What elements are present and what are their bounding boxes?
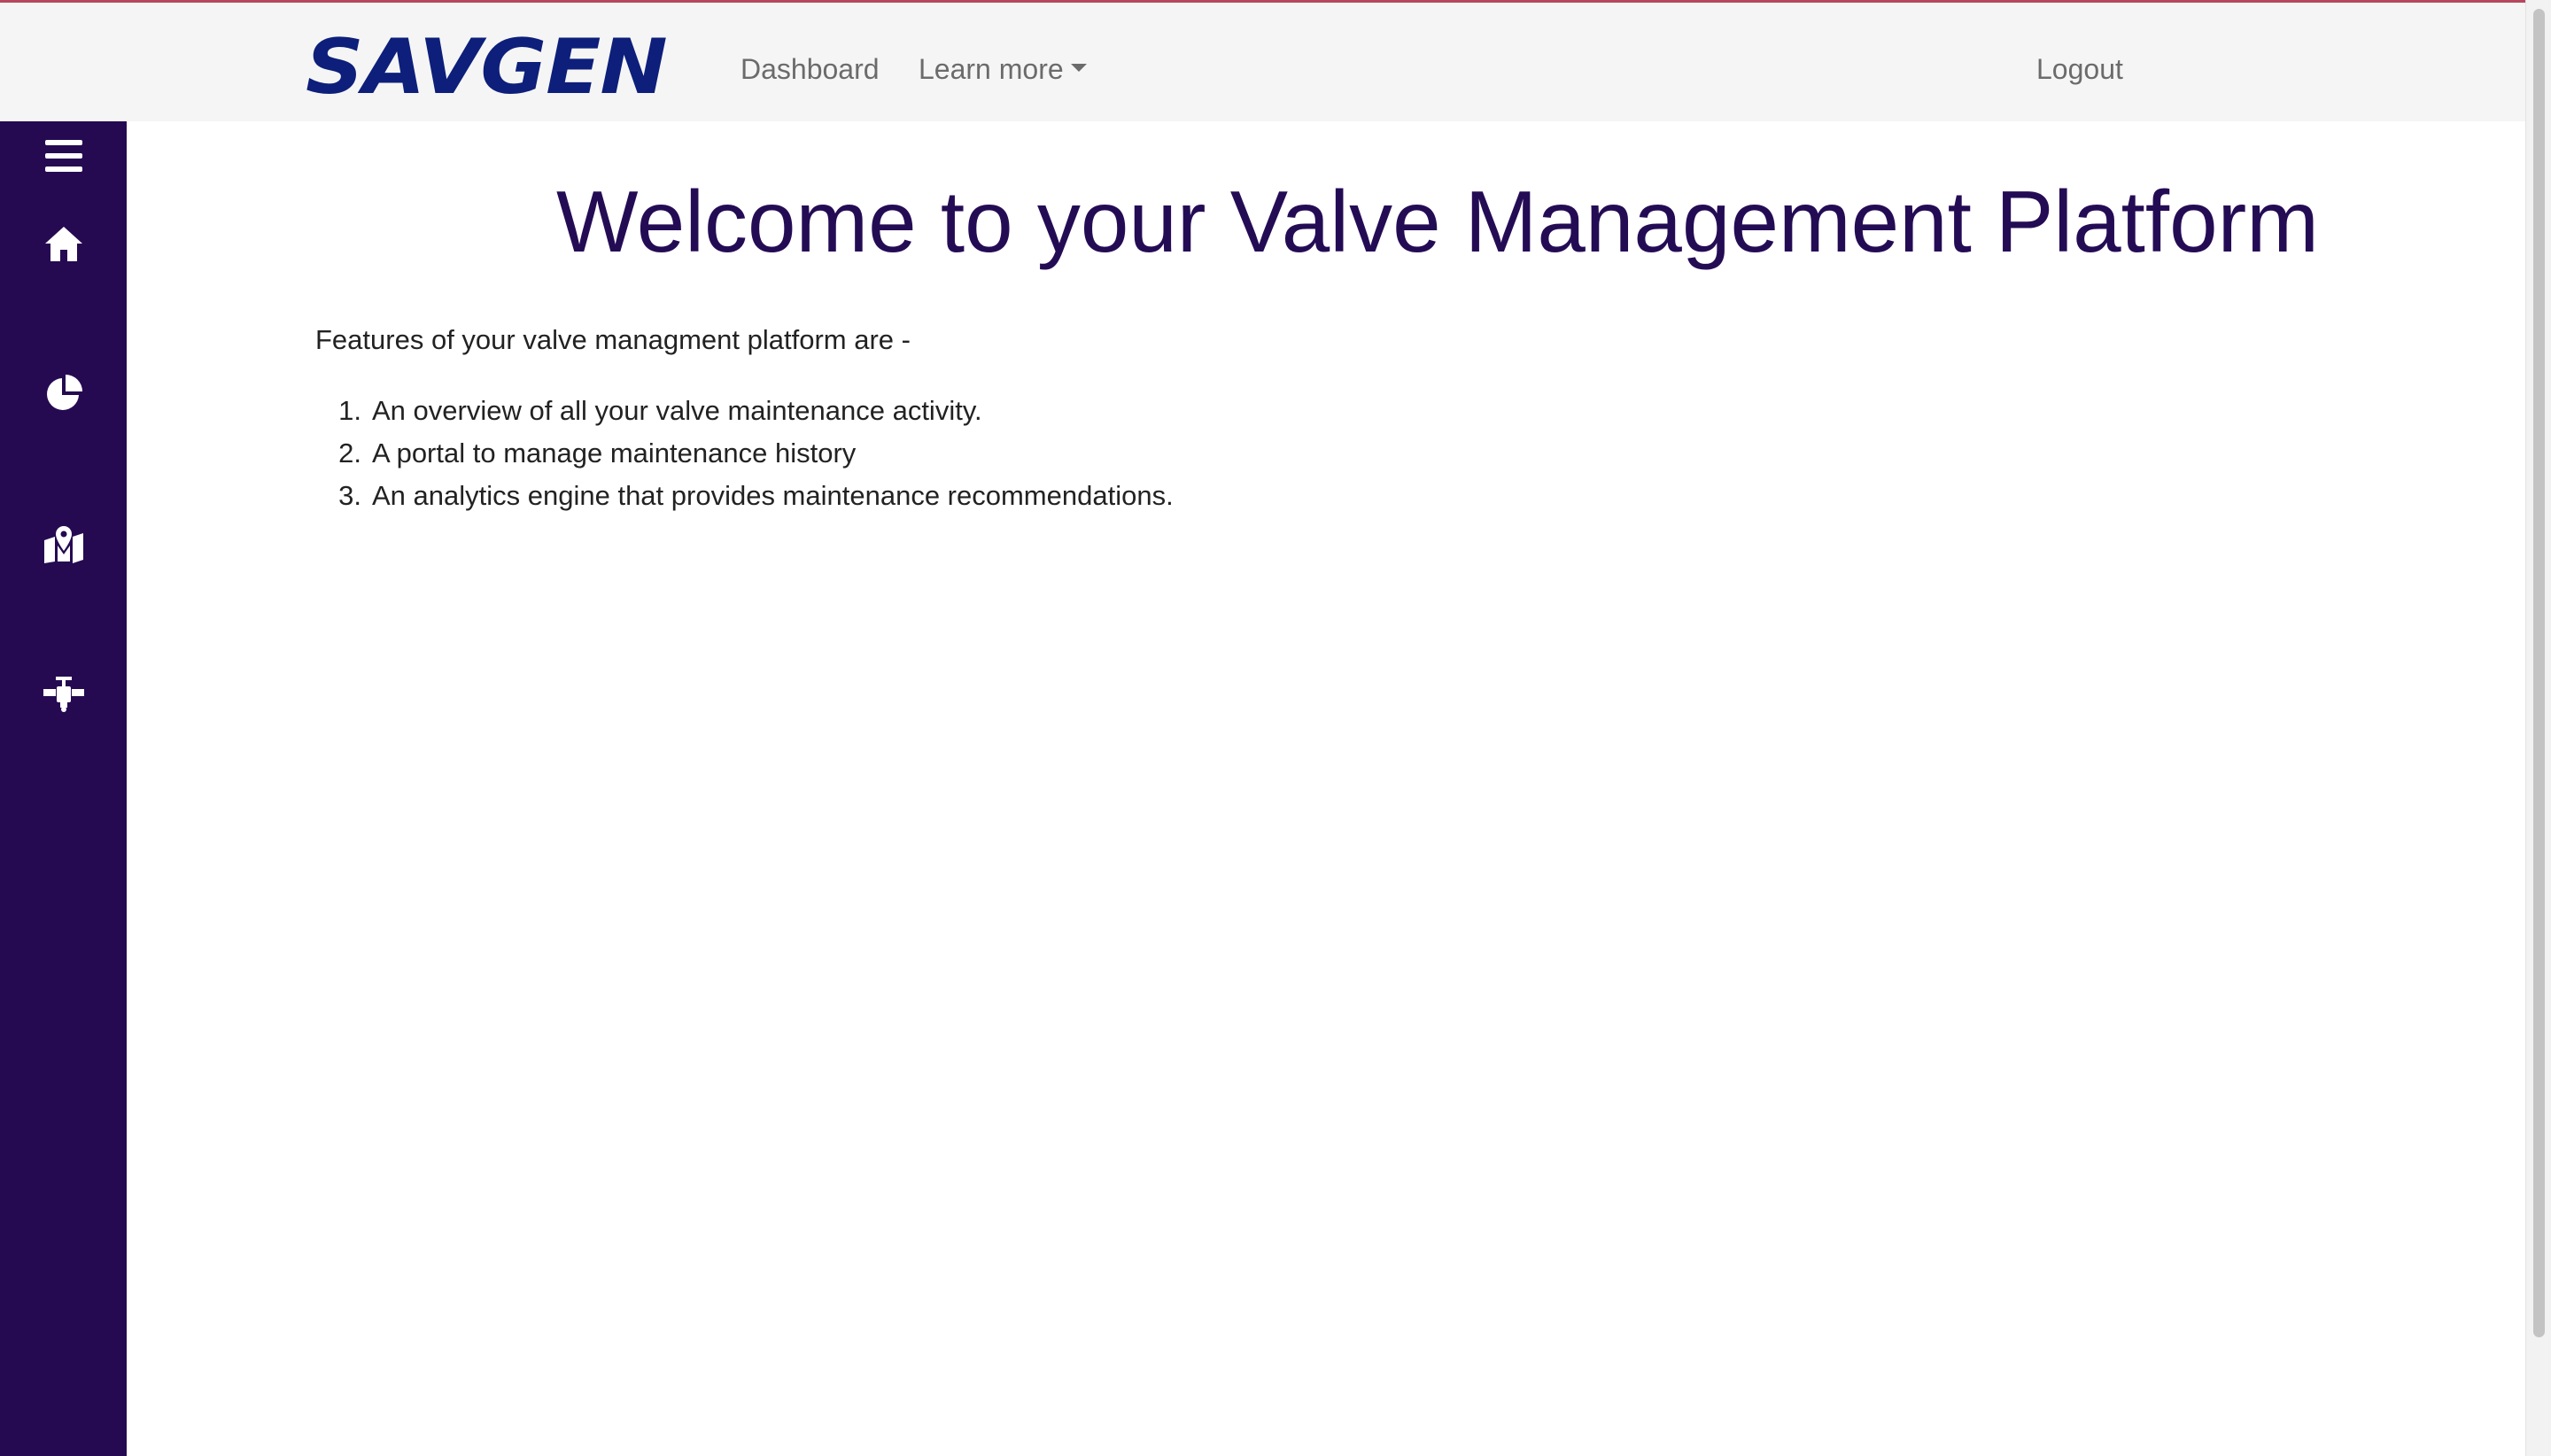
page-title: Welcome to your Valve Management Platfor…: [556, 173, 2319, 270]
features-intro-text: Features of your valve managment platfor…: [315, 324, 911, 355]
nav-dashboard-link[interactable]: Dashboard: [740, 51, 880, 87]
sidebar: [0, 121, 127, 1456]
pie-chart-icon: [46, 375, 82, 410]
logout-link[interactable]: Logout: [2036, 51, 2123, 87]
list-item-number: 2.: [338, 438, 361, 469]
sidebar-item-valves[interactable]: [0, 675, 127, 712]
list-item: 2. A portal to manage maintenance history: [315, 432, 1174, 475]
list-item: 1. An overview of all your valve maintena…: [315, 390, 1174, 432]
hamburger-icon: [44, 140, 82, 172]
map-marker-icon: [43, 526, 83, 563]
nav-learn-more-label: Learn more: [919, 53, 1064, 85]
sidebar-item-charts[interactable]: [0, 375, 127, 412]
list-item-number: 3.: [338, 480, 361, 511]
list-item-text: An analytics engine that provides mainte…: [372, 480, 1174, 511]
home-icon: [44, 227, 82, 261]
nav-learn-more-dropdown[interactable]: Learn more: [919, 51, 1087, 87]
vertical-scrollbar[interactable]: [2525, 0, 2551, 1456]
savgen-logo[interactable]: SAVGEN: [306, 27, 668, 107]
valve-icon: [43, 677, 84, 712]
sidebar-item-home[interactable]: [0, 225, 127, 262]
list-item-text: An overview of all your valve maintenanc…: [372, 395, 982, 426]
list-item-number: 1.: [338, 395, 361, 426]
scrollbar-thumb[interactable]: [2533, 9, 2545, 1337]
sidebar-item-map[interactable]: [0, 524, 127, 563]
list-item-text: A portal to manage maintenance history: [372, 438, 857, 469]
caret-down-icon: [1070, 64, 1087, 73]
features-list: 1. An overview of all your valve maintena…: [315, 390, 1174, 517]
top-navbar: SAVGEN Dashboard Learn more Logout: [0, 3, 2525, 121]
sidebar-item-menu[interactable]: [0, 139, 127, 173]
list-item: 3. An analytics engine that provides main…: [315, 475, 1174, 517]
